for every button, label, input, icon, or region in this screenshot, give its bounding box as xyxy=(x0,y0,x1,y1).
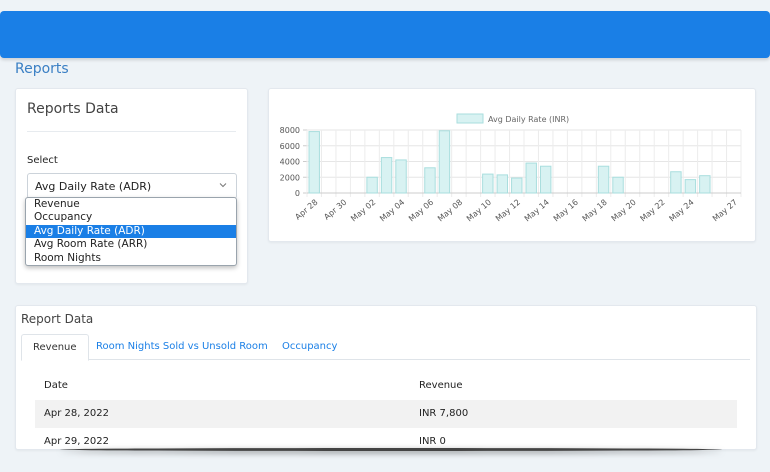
y-tick-label: 8000 xyxy=(280,126,300,135)
y-tick-label: 0 xyxy=(295,189,300,198)
divider xyxy=(27,131,236,132)
x-tick-label: May 24 xyxy=(667,198,695,224)
x-tick-label: May 27 xyxy=(711,198,739,224)
x-tick-label: May 20 xyxy=(610,198,638,224)
bar xyxy=(395,159,407,194)
table-header-row: Date Revenue xyxy=(35,372,737,400)
x-tick-label: May 10 xyxy=(465,198,493,224)
option-revenue[interactable]: Revenue xyxy=(26,198,236,211)
bar xyxy=(511,177,523,194)
bar xyxy=(670,171,682,194)
option-adr[interactable]: Avg Daily Rate (ADR) xyxy=(26,224,236,239)
tab-revenue[interactable]: Revenue xyxy=(21,334,89,361)
report-type-dropdown[interactable]: Revenue Occupancy Avg Daily Rate (ADR) A… xyxy=(25,197,237,266)
x-tick-label: May 02 xyxy=(349,198,377,224)
report-data-heading: Report Data xyxy=(21,312,94,326)
legend-swatch xyxy=(456,113,484,124)
select-label: Select xyxy=(27,155,58,166)
tab-occupancy[interactable]: Occupancy xyxy=(271,334,348,360)
x-tick-label: May 16 xyxy=(552,198,580,224)
row-revenue: INR 0 xyxy=(419,436,446,447)
chevron-down-icon xyxy=(219,183,227,188)
x-tick-label: May 22 xyxy=(639,198,667,224)
option-arr[interactable]: Avg Room Rate (ARR) xyxy=(26,238,236,251)
scroll-shadow xyxy=(60,448,722,451)
bar xyxy=(539,165,552,194)
x-tick-label: May 06 xyxy=(407,198,435,224)
bar xyxy=(308,131,320,194)
row-revenue: INR 7,800 xyxy=(419,408,469,419)
table-row: Apr 29, 2022 INR 0 xyxy=(35,428,737,449)
row-date: Apr 29, 2022 xyxy=(44,436,110,447)
report-type-select[interactable]: Avg Daily Rate (ADR) xyxy=(27,173,237,199)
bar xyxy=(612,176,624,194)
report-tabs: Revenue Room Nights Sold vs Unsold Room … xyxy=(21,334,750,361)
x-tick-label: Apr 28 xyxy=(293,198,319,222)
bar xyxy=(699,175,711,194)
x-tick-label: May 04 xyxy=(378,198,406,224)
legend-label: Avg Daily Rate (INR) xyxy=(488,115,569,124)
column-header-date: Date xyxy=(44,380,68,391)
bar xyxy=(366,176,378,194)
adr-bar-chart: Avg Daily Rate (INR) 0 2000 4000 6000 8000 Apr… xyxy=(280,113,742,224)
option-occupancy[interactable]: Occupancy xyxy=(26,211,236,224)
table-row: Apr 28, 2022 INR 7,800 xyxy=(35,400,737,428)
tab-room-nights-sold[interactable]: Room Nights Sold vs Unsold Room xyxy=(85,334,279,360)
row-date: Apr 28, 2022 xyxy=(44,408,110,419)
top-navbar xyxy=(0,11,770,58)
y-tick-label: 2000 xyxy=(280,173,300,182)
x-tick-label: Apr 30 xyxy=(322,198,348,222)
bar xyxy=(597,165,610,194)
bar xyxy=(424,167,436,194)
x-tick-label: May 14 xyxy=(523,198,551,224)
y-tick-label: 4000 xyxy=(280,158,300,167)
bar xyxy=(525,162,537,194)
x-tick-label: May 12 xyxy=(494,198,522,224)
chart-card: Avg Daily Rate (INR) 0 2000 4000 6000 8000 Apr… xyxy=(268,88,756,242)
bar xyxy=(380,157,393,194)
selected-value: Avg Daily Rate (ADR) xyxy=(35,180,152,193)
x-tick-label: May 18 xyxy=(581,198,609,224)
report-data-card: Report Data Revenue Room Nights Sold vs … xyxy=(15,305,757,450)
page-title: Reports xyxy=(15,61,69,77)
bar xyxy=(482,173,494,194)
bar xyxy=(684,179,697,194)
bar xyxy=(496,174,509,194)
option-room-nights[interactable]: Room Nights xyxy=(26,252,236,265)
column-header-revenue: Revenue xyxy=(419,380,463,391)
reports-data-heading: Reports Data xyxy=(27,101,119,117)
x-tick-label: May 08 xyxy=(436,198,464,224)
y-tick-label: 6000 xyxy=(280,142,300,151)
bar xyxy=(438,130,451,194)
